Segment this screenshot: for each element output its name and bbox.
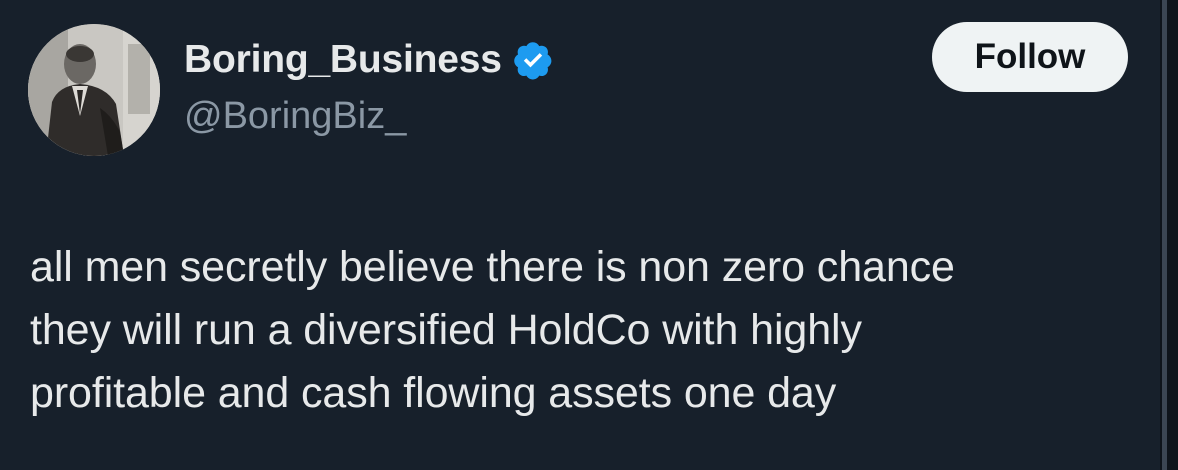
tweet-text-line: profitable and cash flowing assets one d… [30, 369, 837, 417]
author-name-row[interactable]: Boring_Business [184, 38, 554, 82]
avatar-photo [28, 24, 160, 156]
follow-button[interactable]: Follow [932, 22, 1128, 92]
display-name[interactable]: Boring_Business [184, 38, 502, 82]
verified-badge-icon [513, 42, 552, 80]
scrollbar-thumb[interactable] [1162, 0, 1167, 470]
scrollbar-track[interactable] [1160, 0, 1178, 470]
author-handle[interactable]: @BoringBiz_ [184, 94, 406, 138]
tweet-text: all men secretly believe there is non ze… [30, 236, 1150, 425]
tweet-card: Boring_Business @BoringBiz_ Follow all m… [0, 0, 1160, 470]
tweet-text-line: they will run a diversified HoldCo with … [30, 306, 862, 354]
tweet-text-line: all men secretly believe there is non ze… [30, 243, 955, 291]
avatar[interactable] [28, 24, 160, 156]
